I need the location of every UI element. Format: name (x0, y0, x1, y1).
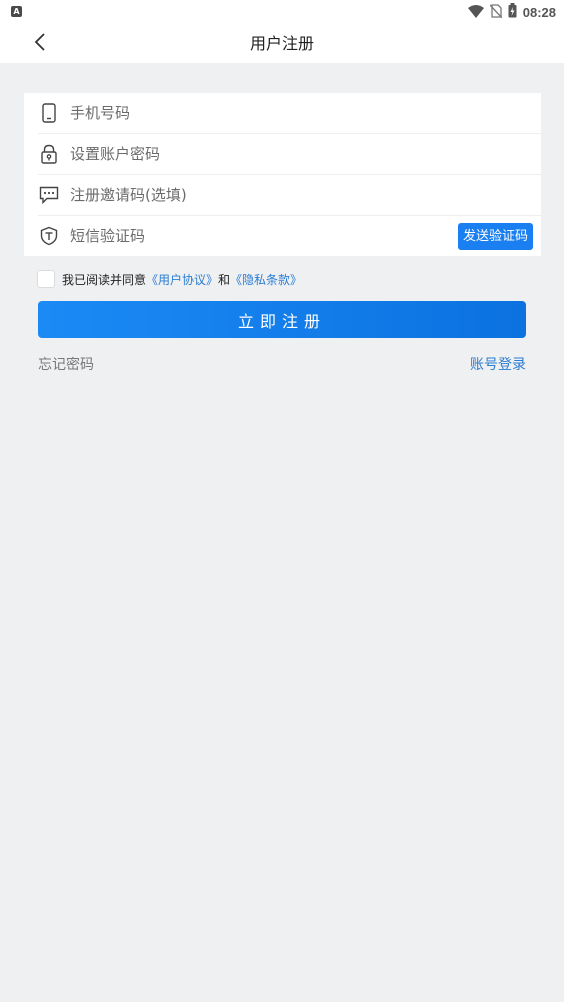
wifi-icon (467, 3, 484, 22)
status-icons: 08:28 (467, 0, 556, 24)
agreement-row: 我已阅读并同意 《用户协议》 和 《隐私条款》 (37, 269, 302, 289)
nav-bar: 用户注册 (0, 24, 564, 63)
message-dots-icon (38, 184, 60, 206)
phone-input[interactable] (70, 94, 541, 132)
invite-row (38, 175, 541, 216)
no-sim-icon (489, 3, 503, 22)
agreement-checkbox[interactable] (37, 270, 55, 288)
invite-code-input[interactable] (70, 176, 541, 214)
phone-icon (38, 102, 60, 124)
page-title: 用户注册 (249, 34, 314, 53)
phone-row (38, 93, 541, 134)
account-login-link[interactable]: 账号登录 (470, 354, 526, 374)
register-button[interactable]: 立即注册 (38, 301, 526, 338)
agreement-prefix: 我已阅读并同意 (62, 272, 147, 287)
register-form: 发送验证码 (24, 93, 541, 256)
user-agreement-link[interactable]: 《用户协议》 (146, 271, 218, 288)
sms-row: 发送验证码 (38, 216, 541, 256)
status-time: 08:28 (522, 4, 556, 20)
app-notification-icon: A (11, 6, 22, 17)
shield-icon (38, 225, 60, 247)
password-input[interactable] (70, 135, 541, 173)
agreement-and: 和 (218, 272, 231, 287)
forgot-password-link[interactable]: 忘记密码 (38, 354, 94, 374)
password-row (38, 134, 541, 175)
battery-charging-icon (508, 2, 517, 22)
lock-icon (38, 143, 60, 165)
send-code-button[interactable]: 发送验证码 (457, 223, 533, 250)
status-bar: A 08:28 (0, 0, 564, 24)
privacy-link[interactable]: 《隐私条款》 (230, 271, 302, 288)
